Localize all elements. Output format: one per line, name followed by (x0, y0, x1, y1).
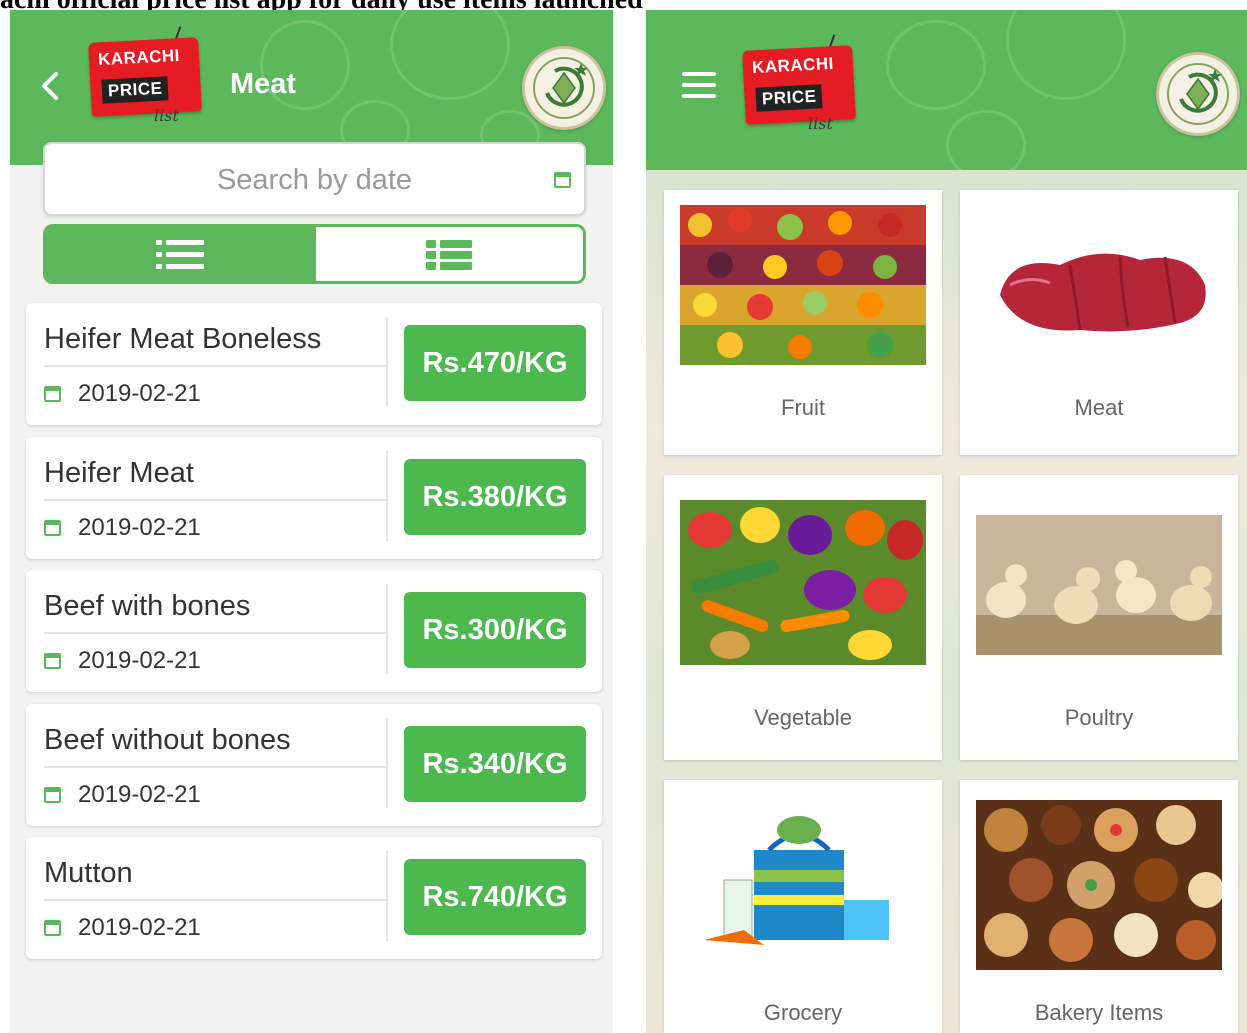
poultry-photo (976, 515, 1222, 655)
grocery-photo (704, 800, 904, 960)
article-headline: achi official price list app for daily u… (0, 0, 1247, 10)
list-view-icon (156, 240, 206, 270)
price-badge: Rs.300/KG (404, 592, 586, 668)
calendar-icon[interactable] (554, 172, 571, 188)
category-label: Bakery Items (1034, 1000, 1164, 1025)
price-item-card[interactable]: Heifer Meat 2019-02-21 Rs.380/KG (26, 437, 602, 559)
fruit-photo (680, 205, 926, 365)
item-name: Heifer Meat (44, 457, 194, 489)
item-name: Mutton (44, 857, 133, 889)
price-item-card[interactable]: Heifer Meat Boneless 2019-02-21 Rs.470/K… (26, 303, 602, 425)
item-name: Beef without bones (44, 724, 291, 756)
vegetable-photo (680, 500, 926, 665)
calendar-icon (44, 520, 61, 536)
view-toggle (43, 224, 586, 284)
menu-icon[interactable] (682, 72, 716, 98)
category-card-fruit[interactable]: Fruit (664, 190, 942, 455)
category-label: Grocery (763, 1000, 843, 1025)
category-home-screen: KARACHI PRICE list Fruit Meat Vegetable … (646, 10, 1247, 1033)
back-arrow-icon[interactable] (36, 68, 66, 104)
calendar-icon (44, 386, 61, 402)
item-date: 2019-02-21 (78, 647, 201, 674)
calendar-icon (44, 653, 61, 669)
category-card-vegetable[interactable]: Vegetable (664, 475, 942, 760)
item-date: 2019-02-21 (78, 781, 201, 808)
category-card-poultry[interactable]: Poultry (960, 475, 1238, 760)
category-label: Fruit (781, 395, 825, 420)
detailed-list-icon (426, 240, 476, 270)
meat-photo (980, 205, 1220, 365)
bakery-photo (976, 800, 1222, 970)
meat-price-list-screen: KARACHI PRICE list Meat Search by date H… (10, 10, 613, 1033)
category-card-meat[interactable]: Meat (960, 190, 1238, 455)
page-title: Meat (230, 68, 297, 100)
search-placeholder: Search by date (216, 164, 413, 196)
price-item-card[interactable]: Beef without bones 2019-02-21 Rs.340/KG (26, 704, 602, 826)
item-date: 2019-02-21 (78, 514, 201, 541)
app-bar: KARACHI PRICE list (646, 10, 1247, 170)
calendar-icon (44, 787, 61, 803)
category-grid: Fruit Meat Vegetable Poultry Grocery Bak… (646, 170, 1247, 1033)
item-name: Beef with bones (44, 590, 251, 622)
calendar-icon (44, 920, 61, 936)
category-card-bakery-items[interactable]: Bakery Items (960, 780, 1238, 1033)
category-label: Meat (1074, 395, 1124, 420)
item-date: 2019-02-21 (78, 380, 201, 407)
government-seal-icon (522, 46, 606, 130)
detailed-list-view-button[interactable] (316, 227, 583, 281)
category-card-grocery[interactable]: Grocery (664, 780, 942, 1033)
karachi-price-list-logo: KARACHI PRICE list (88, 26, 202, 130)
item-date: 2019-02-21 (78, 914, 201, 941)
list-view-button[interactable] (46, 227, 316, 281)
price-item-card[interactable]: Mutton 2019-02-21 Rs.740/KG (26, 837, 602, 959)
price-badge: Rs.740/KG (404, 859, 586, 935)
price-badge: Rs.470/KG (404, 325, 586, 401)
price-item-card[interactable]: Beef with bones 2019-02-21 Rs.300/KG (26, 570, 602, 692)
price-badge: Rs.340/KG (404, 726, 586, 802)
category-label: Vegetable (754, 705, 852, 730)
karachi-price-list-logo: KARACHI PRICE list (742, 34, 856, 138)
item-name: Heifer Meat Boneless (44, 323, 322, 355)
price-badge: Rs.380/KG (404, 459, 586, 535)
government-seal-icon (1156, 52, 1240, 136)
search-by-date-input[interactable]: Search by date (43, 142, 586, 216)
category-label: Poultry (1064, 705, 1134, 730)
